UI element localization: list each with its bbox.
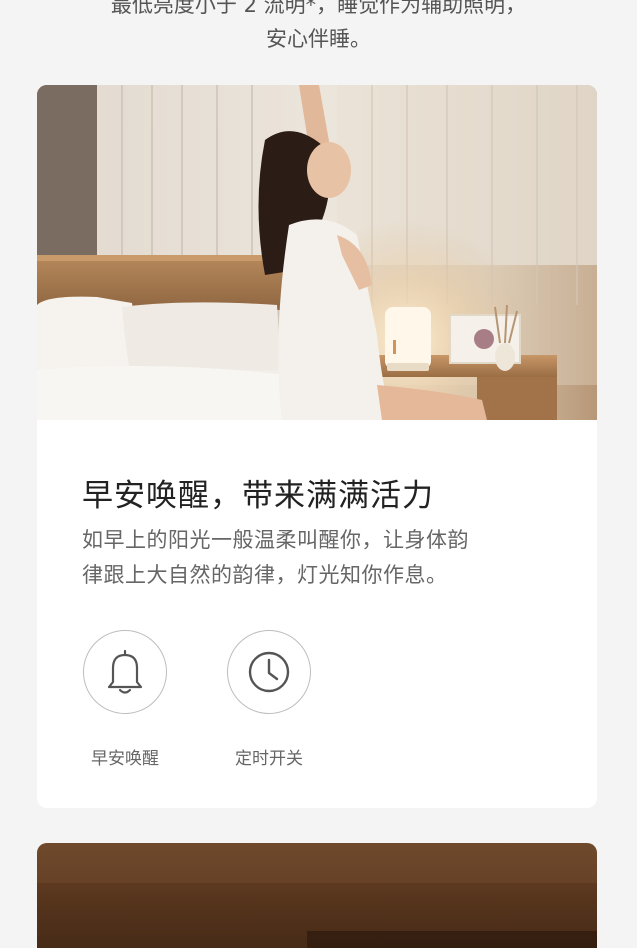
hero-image	[37, 85, 597, 420]
bell-icon	[107, 649, 143, 694]
card-description: 如早上的阳光一般温柔叫醒你，让身体韵 律跟上大自然的韵律，灯光知你作息。	[82, 523, 542, 593]
page: 最低亮度小于 2 流明*，睡觉作为辅助照明， 安心伴睡。 早安唤醒，带来满满活力…	[0, 0, 637, 948]
wake-up-feature-card: 早安唤醒，带来满满活力 如早上的阳光一般温柔叫醒你，让身体韵 律跟上大自然的韵律…	[37, 85, 597, 808]
feature-wake-up[interactable]: 早安唤醒	[70, 630, 180, 769]
hero-illustration	[37, 85, 597, 420]
feature-wake-up-label: 早安唤醒	[91, 749, 159, 769]
card-description-line-2: 律跟上大自然的韵律，灯光知你作息。	[82, 563, 448, 587]
feature-timer-icon-ring	[227, 630, 311, 714]
card-description-line-1: 如早上的阳光一般温柔叫醒你，让身体韵	[82, 528, 469, 552]
feature-timer[interactable]: 定时开关	[214, 630, 324, 769]
next-feature-card-image	[37, 843, 597, 948]
card-title: 早安唤醒，带来满满活力	[82, 478, 434, 514]
clock-icon	[248, 651, 290, 693]
next-feature-illustration	[37, 843, 597, 948]
feature-wake-up-icon-ring	[83, 630, 167, 714]
feature-timer-label: 定时开关	[235, 749, 303, 769]
intro-line-1: 最低亮度小于 2 流明*，睡觉作为辅助照明，	[110, 0, 527, 17]
intro-line-2: 安心伴睡。	[266, 27, 371, 51]
intro-text: 最低亮度小于 2 流明*，睡觉作为辅助照明， 安心伴睡。	[0, 0, 637, 56]
